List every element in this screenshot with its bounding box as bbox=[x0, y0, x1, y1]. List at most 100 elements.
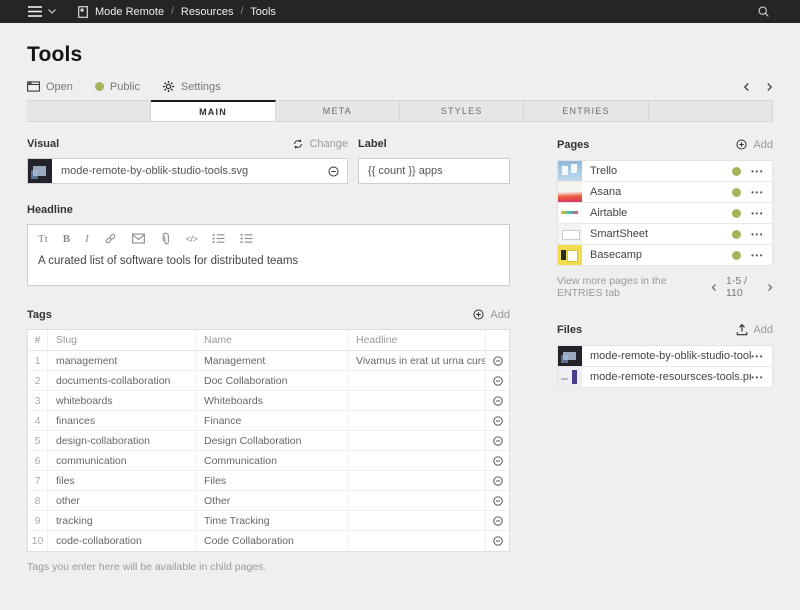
table-row[interactable]: 1 management Management Vivamus in erat … bbox=[28, 351, 509, 371]
tag-name-cell[interactable]: Management bbox=[196, 351, 348, 370]
chevron-down-icon[interactable] bbox=[48, 9, 56, 14]
options-icon[interactable]: ••• bbox=[751, 230, 764, 239]
tag-name-cell[interactable]: Code Collaboration bbox=[196, 531, 348, 551]
table-row[interactable]: 9 tracking Time Tracking bbox=[28, 511, 509, 531]
options-icon[interactable]: ••• bbox=[751, 209, 764, 218]
tag-slug-cell[interactable]: code-collaboration bbox=[48, 531, 196, 551]
table-row[interactable]: 5 design-collaboration Design Collaborat… bbox=[28, 431, 509, 451]
breadcrumb-link[interactable]: Resources bbox=[181, 6, 234, 18]
file-list-item[interactable]: mode-remote-by-oblik-studio-tools.svg ••… bbox=[558, 346, 772, 367]
tab[interactable]: META bbox=[276, 100, 400, 122]
hamburger-menu-icon[interactable] bbox=[28, 6, 42, 17]
email-icon[interactable] bbox=[132, 233, 145, 244]
table-row[interactable]: 2 documents-collaboration Doc Collaborat… bbox=[28, 371, 509, 391]
attachment-icon[interactable] bbox=[160, 232, 171, 245]
remove-row-button[interactable] bbox=[486, 511, 509, 530]
page-list-item[interactable]: Basecamp ••• bbox=[558, 245, 772, 266]
tag-name-cell[interactable]: Whiteboards bbox=[196, 391, 348, 410]
link-icon[interactable] bbox=[104, 232, 117, 245]
remove-row-button[interactable] bbox=[486, 371, 509, 390]
headline-editor[interactable]: Tt B I </> bbox=[27, 224, 510, 286]
tag-slug-cell[interactable]: design-collaboration bbox=[48, 431, 196, 450]
tag-headline-cell[interactable] bbox=[348, 391, 486, 410]
tab[interactable] bbox=[27, 100, 151, 122]
page-list-item[interactable]: Trello ••• bbox=[558, 161, 772, 182]
remove-row-button[interactable] bbox=[486, 451, 509, 470]
visual-file-row[interactable]: mode-remote-by-oblik-studio-tools.svg bbox=[27, 158, 348, 184]
page-list-item[interactable]: SmartSheet ••• bbox=[558, 224, 772, 245]
tag-headline-cell[interactable] bbox=[348, 471, 486, 490]
add-page-button[interactable]: Add bbox=[735, 138, 773, 151]
tag-name-cell[interactable]: Design Collaboration bbox=[196, 431, 348, 450]
tag-headline-cell[interactable]: Vivamus in erat ut urna cursus vestibul.… bbox=[348, 351, 486, 370]
label-input[interactable]: {{ count }} apps bbox=[358, 158, 510, 184]
headline-text[interactable]: A curated list of software tools for dis… bbox=[28, 249, 509, 279]
options-icon[interactable]: ••• bbox=[751, 352, 764, 361]
table-row[interactable]: 3 whiteboards Whiteboards bbox=[28, 391, 509, 411]
tag-slug-cell[interactable]: other bbox=[48, 491, 196, 510]
tab[interactable]: MAIN bbox=[151, 100, 275, 122]
remove-file-icon[interactable] bbox=[327, 165, 340, 178]
view-more-link[interactable]: View more pages in the ENTRIES tab bbox=[557, 275, 711, 299]
tag-name-cell[interactable]: Other bbox=[196, 491, 348, 510]
code-icon[interactable]: </> bbox=[186, 234, 198, 244]
pagination-prev-button[interactable] bbox=[711, 283, 717, 292]
tag-name-cell[interactable]: Doc Collaboration bbox=[196, 371, 348, 390]
tag-name-cell[interactable]: Finance bbox=[196, 411, 348, 430]
tab[interactable] bbox=[649, 100, 773, 122]
change-button[interactable]: Change bbox=[292, 138, 348, 150]
remove-row-button[interactable] bbox=[486, 431, 509, 450]
file-list-item[interactable]: mode-remote-resoursces-tools.png ••• bbox=[558, 367, 772, 388]
add-tag-button[interactable]: Add bbox=[472, 308, 510, 321]
options-icon[interactable]: ••• bbox=[751, 251, 764, 260]
tag-slug-cell[interactable]: documents-collaboration bbox=[48, 371, 196, 390]
tag-slug-cell[interactable]: finances bbox=[48, 411, 196, 430]
ordered-list-icon[interactable] bbox=[240, 233, 253, 244]
search-icon[interactable] bbox=[757, 5, 770, 18]
remove-row-button[interactable] bbox=[486, 471, 509, 490]
tag-name-cell[interactable]: Files bbox=[196, 471, 348, 490]
remove-row-button[interactable] bbox=[486, 351, 509, 370]
tag-name-cell[interactable]: Time Tracking bbox=[196, 511, 348, 530]
remove-row-button[interactable] bbox=[486, 391, 509, 410]
prev-page-button[interactable] bbox=[743, 82, 750, 92]
bold-icon[interactable]: B bbox=[63, 233, 70, 245]
tag-name-cell[interactable]: Communication bbox=[196, 451, 348, 470]
tab[interactable]: ENTRIES bbox=[524, 100, 648, 122]
tag-slug-cell[interactable]: whiteboards bbox=[48, 391, 196, 410]
tab[interactable]: STYLES bbox=[400, 100, 524, 122]
text-format-icon[interactable]: Tt bbox=[38, 233, 48, 245]
page-list-item[interactable]: Airtable ••• bbox=[558, 203, 772, 224]
tag-slug-cell[interactable]: tracking bbox=[48, 511, 196, 530]
tag-headline-cell[interactable] bbox=[348, 411, 486, 430]
remove-row-button[interactable] bbox=[486, 531, 509, 551]
tag-slug-cell[interactable]: management bbox=[48, 351, 196, 370]
tag-headline-cell[interactable] bbox=[348, 491, 486, 510]
next-page-button[interactable] bbox=[766, 82, 773, 92]
tag-headline-cell[interactable] bbox=[348, 371, 486, 390]
open-button[interactable]: Open bbox=[27, 81, 73, 93]
options-icon[interactable]: ••• bbox=[751, 167, 764, 176]
remove-row-button[interactable] bbox=[486, 491, 509, 510]
table-row[interactable]: 4 finances Finance bbox=[28, 411, 509, 431]
table-row[interactable]: 7 files Files bbox=[28, 471, 509, 491]
tag-headline-cell[interactable] bbox=[348, 511, 486, 530]
italic-icon[interactable]: I bbox=[85, 233, 89, 245]
tag-headline-cell[interactable] bbox=[348, 431, 486, 450]
breadcrumb-link[interactable]: Tools bbox=[250, 6, 276, 18]
tag-headline-cell[interactable] bbox=[348, 451, 486, 470]
settings-button[interactable]: Settings bbox=[162, 80, 221, 93]
upload-file-button[interactable]: Add bbox=[736, 323, 773, 336]
status-button[interactable]: Public bbox=[95, 81, 140, 93]
page-list-item[interactable]: Asana ••• bbox=[558, 182, 772, 203]
remove-row-button[interactable] bbox=[486, 411, 509, 430]
options-icon[interactable]: ••• bbox=[751, 188, 764, 197]
tag-slug-cell[interactable]: files bbox=[48, 471, 196, 490]
table-row[interactable]: 8 other Other bbox=[28, 491, 509, 511]
options-icon[interactable]: ••• bbox=[751, 373, 764, 382]
tag-slug-cell[interactable]: communication bbox=[48, 451, 196, 470]
tag-headline-cell[interactable] bbox=[348, 531, 486, 551]
table-row[interactable]: 10 code-collaboration Code Collaboration bbox=[28, 531, 509, 551]
breadcrumb-link[interactable]: Mode Remote bbox=[95, 6, 164, 18]
bullet-list-icon[interactable] bbox=[212, 233, 225, 244]
